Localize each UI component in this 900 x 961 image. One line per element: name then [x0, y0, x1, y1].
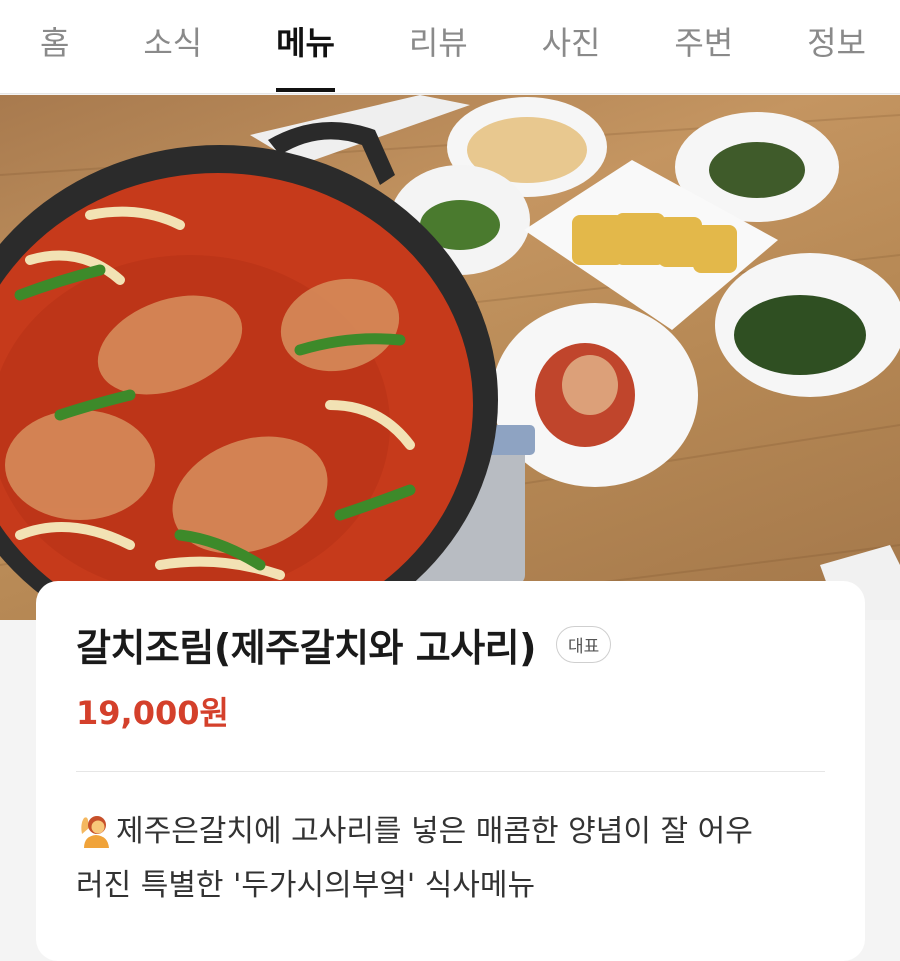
menu-detail-card: 갈치조림(제주갈치와 고사리) 대표 19,000원 제주은갈치에 고사리를 넣… — [36, 581, 865, 961]
tab-reviews[interactable]: 리뷰 — [409, 0, 468, 94]
person-raising-hand-icon — [76, 812, 112, 862]
tab-nearby[interactable]: 주변 — [674, 0, 733, 94]
tab-news[interactable]: 소식 — [143, 0, 202, 94]
tab-menu[interactable]: 메뉴 — [276, 0, 335, 94]
food-photo — [0, 95, 900, 620]
menu-title-row: 갈치조림(제주갈치와 고사리) 대표 — [76, 617, 825, 672]
signature-badge: 대표 — [556, 626, 612, 663]
menu-price: 19,000원 — [76, 694, 229, 732]
description-line-1: 제주은갈치에 고사리를 넣은 매콤한 양념이 잘 어우 — [116, 814, 753, 849]
tab-info[interactable]: 정보 — [807, 0, 866, 94]
menu-title: 갈치조림(제주갈치와 고사리) — [76, 626, 537, 670]
tab-photos[interactable]: 사진 — [542, 0, 601, 94]
menu-description: 제주은갈치에 고사리를 넣은 매콤한 양념이 잘 어우 러진 특별한 '두가시의… — [76, 808, 825, 909]
tab-home[interactable]: 홈 — [40, 0, 69, 94]
menu-photo-carousel[interactable] — [0, 95, 900, 620]
divider — [76, 771, 825, 772]
description-line-2: 러진 특별한 '두가시의부엌' 식사메뉴 — [76, 868, 536, 903]
tab-bar: 홈 소식 메뉴 리뷰 사진 주변 정보 — [0, 0, 900, 94]
